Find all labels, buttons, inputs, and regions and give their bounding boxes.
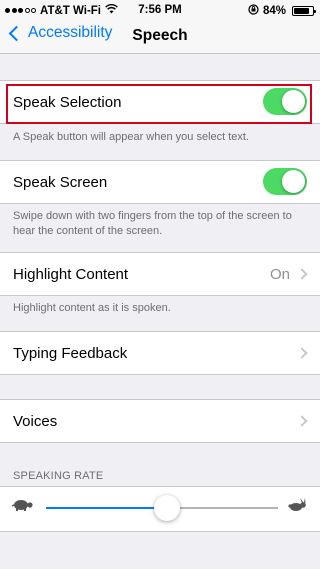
voices-label: Voices: [13, 413, 58, 430]
chevron-right-icon: [296, 268, 308, 280]
status-bar: AT&T Wi-Fi 7:56 PM 84%: [0, 0, 320, 20]
speak-selection-toggle[interactable]: [263, 88, 307, 115]
voices-row[interactable]: Voices: [0, 399, 320, 443]
battery-level-fill: [294, 8, 309, 14]
speak-screen-row: Speak Screen: [0, 160, 320, 204]
highlight-content-value: On: [269, 266, 290, 283]
speaking-rate-header: SPEAKING RATE: [13, 470, 104, 482]
highlight-content-row[interactable]: Highlight Content On: [0, 252, 320, 296]
highlight-content-label: Highlight Content: [13, 266, 129, 283]
speak-screen-label: Speak Screen: [13, 174, 108, 191]
battery-icon: [292, 6, 316, 16]
speak-screen-toggle[interactable]: [263, 168, 307, 195]
battery-percent: 84%: [262, 5, 286, 17]
typing-feedback-row[interactable]: Typing Feedback: [0, 331, 320, 375]
page-title: Speech: [132, 27, 188, 44]
speak-screen-footer: Swipe down with two fingers from the top…: [13, 210, 292, 237]
speaking-rate-row: [0, 486, 320, 532]
navigation-bar: Accessibility Speech: [0, 20, 320, 54]
chevron-right-icon: [296, 415, 308, 427]
status-right: 84%: [248, 4, 316, 18]
hare-icon: [288, 498, 308, 517]
speak-selection-row: Speak Selection: [0, 80, 320, 124]
rotation-lock-icon: [248, 4, 259, 18]
turtle-icon: [11, 498, 34, 517]
typing-feedback-label: Typing Feedback: [13, 345, 128, 362]
toggle-knob: [282, 170, 305, 193]
chevron-right-icon: [296, 347, 308, 359]
toggle-knob: [282, 90, 305, 113]
speak-selection-footer: A Speak button will appear when you sele…: [13, 131, 250, 143]
speaking-rate-slider-thumb[interactable]: [153, 495, 180, 521]
speaking-rate-slider-fill: [46, 507, 167, 509]
speak-selection-label: Speak Selection: [13, 94, 122, 111]
highlight-content-footer: Highlight content as it is spoken.: [13, 302, 171, 314]
